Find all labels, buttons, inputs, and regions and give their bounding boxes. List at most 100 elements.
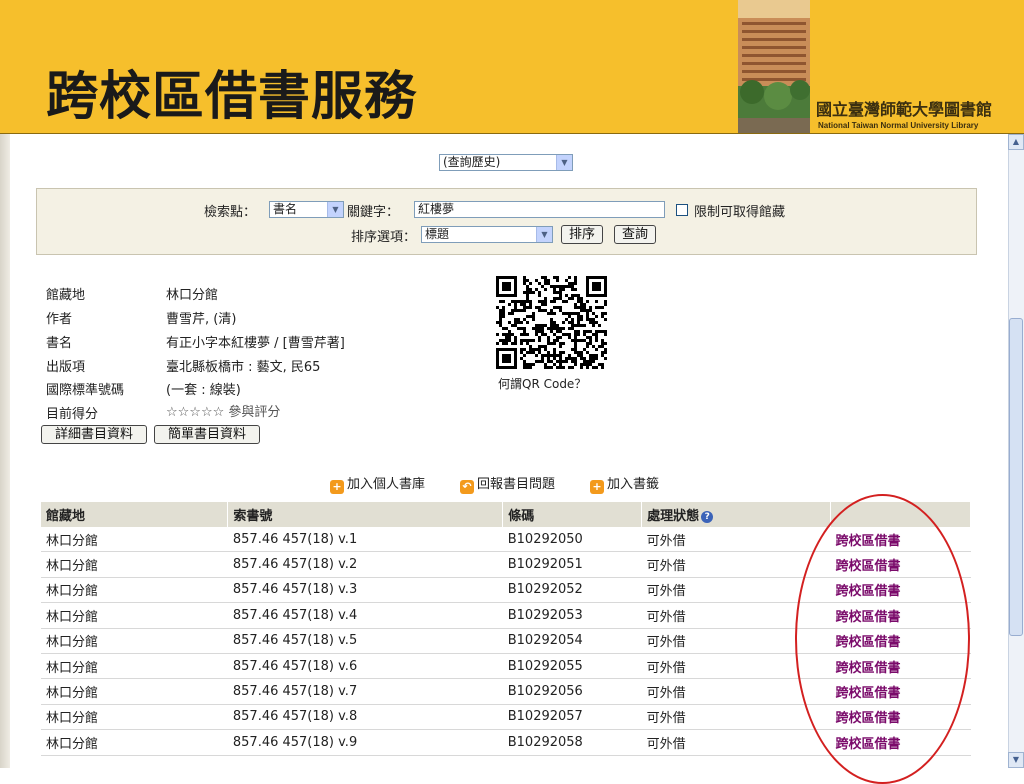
- record-label-title: 書名: [46, 336, 73, 351]
- cell-barcode: B10292051: [502, 551, 642, 578]
- table-row: 林口分館 857.46 457(18) v.9 B10292058 可外借 跨校區借書: [41, 729, 971, 756]
- cell-location: 林口分館: [41, 704, 228, 731]
- cell-barcode: B10292052: [502, 577, 642, 604]
- holdings-header-row: 館藏地 索書號 條碼 處理狀態?: [41, 502, 971, 527]
- cross-campus-borrow-link[interactable]: 跨校區借書: [830, 704, 971, 731]
- left-frame-edge: [0, 134, 10, 768]
- cell-status: 可外借: [641, 704, 831, 731]
- cross-campus-borrow-link[interactable]: 跨校區借書: [830, 602, 971, 629]
- reply-arrow-icon: ↶: [460, 480, 474, 494]
- header-location: 館藏地: [41, 502, 229, 527]
- table-row: 林口分館 857.46 457(18) v.6 B10292055 可外借 跨校區借書: [41, 653, 971, 680]
- header-status: 處理狀態?: [641, 502, 832, 527]
- rate-link[interactable]: 參與評分: [228, 405, 280, 420]
- cell-call-number: 857.46 457(18) v.9: [227, 729, 503, 756]
- cell-location: 林口分館: [41, 551, 228, 578]
- record-value-title: 有正小字本紅樓夢 / [曹雪芹著]: [166, 336, 345, 351]
- cell-call-number: 857.46 457(18) v.6: [227, 653, 503, 680]
- search-field-value: 書名: [273, 202, 298, 216]
- sort-button[interactable]: 排序: [561, 225, 603, 244]
- cross-campus-borrow-link[interactable]: 跨校區借書: [830, 678, 971, 705]
- chevron-down-icon: ▼: [327, 202, 343, 217]
- cell-call-number: 857.46 457(18) v.1: [227, 527, 503, 553]
- table-row: 林口分館 857.46 457(18) v.2 B10292051 可外借 跨校區借書: [41, 551, 971, 578]
- star-rating-icons[interactable]: ☆☆☆☆☆: [166, 405, 224, 420]
- limit-available-checkbox[interactable]: [676, 204, 688, 216]
- search-panel: [36, 188, 977, 255]
- scrollbar-thumb[interactable]: [1009, 318, 1023, 636]
- cell-status: 可外借: [641, 551, 831, 578]
- header-call-number: 索書號: [227, 502, 504, 527]
- rating-stars[interactable]: ☆☆☆☆☆ 參與評分: [166, 401, 280, 420]
- limit-available-label: 限制可取得館藏: [694, 205, 786, 220]
- report-problem-label: 回報書目問題: [477, 477, 556, 492]
- keyword-input[interactable]: 紅樓夢: [414, 201, 665, 218]
- record-label-rating: 目前得分: [46, 407, 99, 422]
- table-row: 林口分館 857.46 457(18) v.1 B10292050 可外借 跨校區借書: [41, 527, 971, 553]
- cell-location: 林口分館: [41, 678, 228, 705]
- cell-barcode: B10292053: [502, 602, 642, 629]
- record-label-location: 館藏地: [46, 288, 86, 303]
- page-banner: 跨校區借書服務 國立臺灣師範大學圖書館 National Taiwan Norm…: [0, 0, 1024, 134]
- query-button[interactable]: 查詢: [614, 225, 656, 244]
- sort-value: 標題: [425, 227, 450, 241]
- header-status-label: 處理狀態: [647, 509, 700, 524]
- qr-code-help-link[interactable]: 何謂QR Code？: [498, 375, 586, 392]
- detail-record-button[interactable]: 詳細書目資料: [41, 425, 147, 444]
- cross-campus-borrow-link[interactable]: 跨校區借書: [830, 577, 971, 604]
- cross-campus-borrow-link[interactable]: 跨校區借書: [830, 653, 971, 680]
- add-icon: +: [330, 480, 344, 494]
- record-label-publisher: 出版項: [46, 360, 86, 375]
- table-row: 林口分館 857.46 457(18) v.7 B10292056 可外借 跨校區借書: [41, 678, 971, 705]
- table-row: 林口分館 857.46 457(18) v.4 B10292053 可外借 跨校區借書: [41, 602, 971, 629]
- header-barcode: 條碼: [502, 502, 643, 527]
- table-row: 林口分館 857.46 457(18) v.8 B10292057 可外借 跨校區借書: [41, 704, 971, 731]
- scroll-up-icon[interactable]: ▲: [1008, 134, 1024, 150]
- cell-status: 可外借: [641, 602, 831, 629]
- help-icon[interactable]: ?: [701, 511, 714, 523]
- cell-barcode: B10292054: [502, 628, 642, 654]
- search-field-select[interactable]: 書名 ▼: [269, 201, 344, 218]
- cell-call-number: 857.46 457(18) v.8: [227, 704, 503, 731]
- cell-call-number: 857.46 457(18) v.4: [227, 602, 503, 629]
- cell-call-number: 857.46 457(18) v.2: [227, 551, 503, 578]
- cell-location: 林口分館: [41, 729, 228, 756]
- cell-call-number: 857.46 457(18) v.3: [227, 577, 503, 604]
- add-bookmark-link[interactable]: + 加入書籤: [590, 473, 659, 494]
- add-icon: +: [590, 480, 604, 494]
- library-name-en: National Taiwan Normal University Librar…: [818, 121, 979, 130]
- keyword-label: 關鍵字：: [347, 205, 400, 220]
- keyword-value: 紅樓夢: [418, 202, 455, 216]
- cell-barcode: B10292058: [502, 729, 642, 756]
- cell-status: 可外借: [641, 577, 831, 604]
- add-to-library-link[interactable]: + 加入個人書庫: [330, 473, 425, 494]
- brief-record-button[interactable]: 簡單書目資料: [154, 425, 260, 444]
- sort-select[interactable]: 標題 ▼: [421, 226, 553, 243]
- chevron-down-icon: ▼: [556, 155, 572, 170]
- search-history-select[interactable]: (查詢歷史) ▼: [439, 154, 573, 171]
- cell-call-number: 857.46 457(18) v.7: [227, 678, 503, 705]
- cell-call-number: 857.46 457(18) v.5: [227, 628, 503, 654]
- library-logo: 國立臺灣師範大學圖書館 National Taiwan Normal Unive…: [810, 0, 1024, 133]
- report-problem-link[interactable]: ↶ 回報書目問題: [460, 473, 555, 494]
- cell-status: 可外借: [641, 678, 831, 705]
- cell-barcode: B10292050: [502, 527, 642, 553]
- table-row: 林口分館 857.46 457(18) v.5 B10292054 可外借 跨校區借書: [41, 628, 971, 654]
- cross-campus-borrow-link[interactable]: 跨校區借書: [830, 628, 971, 654]
- scroll-down-icon[interactable]: ▼: [1008, 752, 1024, 768]
- cross-campus-borrow-link[interactable]: 跨校區借書: [830, 551, 971, 578]
- cell-location: 林口分館: [41, 577, 228, 604]
- cell-status: 可外借: [641, 653, 831, 680]
- sort-label: 排序選項：: [351, 230, 417, 245]
- search-history-value: (查詢歷史): [443, 155, 501, 169]
- cell-status: 可外借: [641, 527, 831, 553]
- cross-campus-borrow-link[interactable]: 跨校區借書: [830, 527, 971, 553]
- cell-barcode: B10292055: [502, 653, 642, 680]
- cross-campus-borrow-link[interactable]: 跨校區借書: [830, 729, 971, 756]
- table-row: 林口分館 857.46 457(18) v.3 B10292052 可外借 跨校區借書: [41, 577, 971, 604]
- library-name-zh: 國立臺灣師範大學圖書館: [816, 100, 993, 119]
- record-value-location: 林口分館: [166, 288, 219, 303]
- record-label-author: 作者: [46, 312, 73, 327]
- cell-barcode: B10292057: [502, 704, 642, 731]
- record-value-author: 曹雪芹, (清): [166, 312, 237, 327]
